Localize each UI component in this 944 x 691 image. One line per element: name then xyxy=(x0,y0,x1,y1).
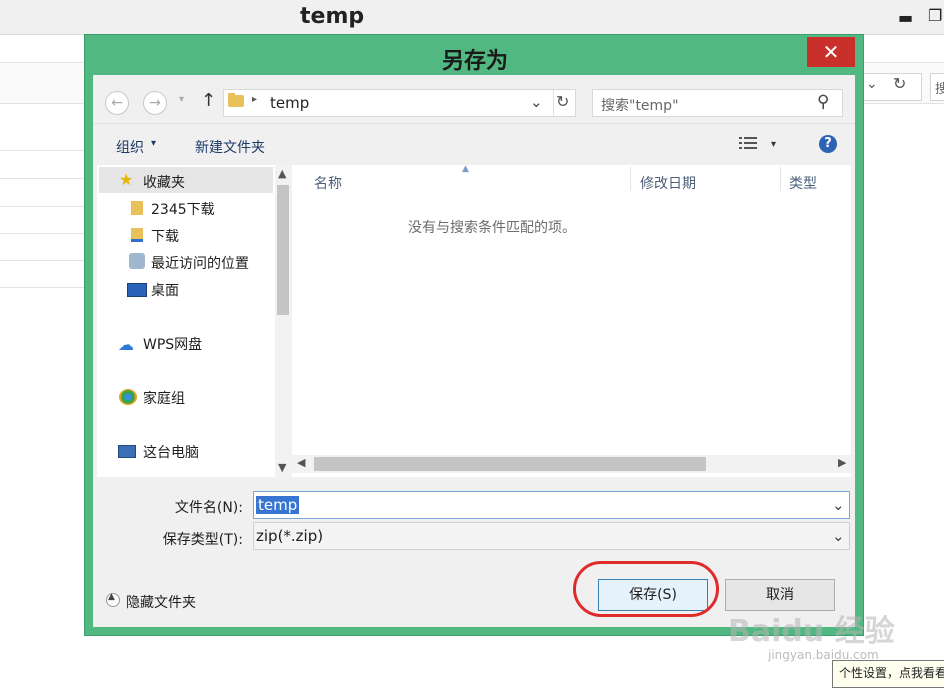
filetype-label: 保存类型(T): xyxy=(162,532,243,548)
download-folder-icon xyxy=(131,228,143,242)
chevron-up-icon[interactable]: ▲ xyxy=(108,592,115,602)
column-divider[interactable] xyxy=(780,167,781,191)
forward-button[interactable]: → xyxy=(143,91,167,115)
new-folder-button[interactable]: 新建文件夹 xyxy=(195,137,265,157)
organize-button[interactable]: 组织 xyxy=(116,137,144,157)
annotation-highlight-ring xyxy=(573,561,719,617)
filename-value[interactable]: temp xyxy=(256,496,300,514)
filename-field[interactable]: temp ⌄ xyxy=(253,491,850,519)
scroll-up-icon[interactable]: ▲ xyxy=(278,167,286,180)
column-header-name[interactable]: 名称 xyxy=(314,173,342,193)
horizontal-scrollbar-thumb[interactable] xyxy=(314,457,706,471)
command-bar: 组织 ▾ 新建文件夹 ▾ ? xyxy=(93,123,855,166)
column-header-date-modified[interactable]: 修改日期 xyxy=(640,173,696,193)
search-input[interactable]: 搜索"temp" ⚲ xyxy=(592,89,843,117)
computer-icon xyxy=(118,445,136,458)
save-as-dialog: 另存为 ✕ ← → ▾ ↑ ▸ temp ⌄ ↻ 搜索"temp" ⚲ 组织 ▾… xyxy=(84,34,864,636)
background-window-titlebar xyxy=(0,0,944,35)
divider xyxy=(0,178,84,179)
recent-places-icon xyxy=(129,253,145,269)
homegroup-icon xyxy=(119,389,137,405)
minimize-icon[interactable]: ▬ xyxy=(898,8,913,27)
column-divider[interactable] xyxy=(630,167,631,191)
refresh-icon[interactable]: ↻ xyxy=(556,92,569,111)
filename-label: 文件名(N): xyxy=(174,500,243,516)
background-window-title: temp xyxy=(300,4,365,29)
navigation-pane: ★ 收藏夹 2345下载 下载 最近访问的位置 桌面 ☁ WPS网盘 家庭组 这… xyxy=(97,165,291,477)
back-button[interactable]: ← xyxy=(105,91,129,115)
empty-results-message: 没有与搜索条件匹配的项。 xyxy=(408,220,576,236)
view-options-icon[interactable] xyxy=(739,136,757,150)
search-icon[interactable]: ⚲ xyxy=(817,92,829,112)
divider xyxy=(0,206,84,207)
nav-scrollbar-thumb[interactable] xyxy=(277,185,289,315)
watermark-logo: Baidu 经验 xyxy=(728,614,895,649)
divider xyxy=(0,287,84,288)
sort-ascending-icon: ▲ xyxy=(462,164,469,174)
breadcrumb-temp[interactable]: temp xyxy=(270,94,309,112)
chevron-down-icon[interactable]: ⌄ xyxy=(832,496,845,514)
desktop-icon xyxy=(127,283,147,297)
sidebar-item-wps[interactable]: WPS网盘 xyxy=(143,334,202,354)
sidebar-item-this-pc[interactable]: 这台电脑 xyxy=(143,442,199,462)
view-dropdown-icon[interactable]: ▾ xyxy=(771,139,776,150)
column-header-type[interactable]: 类型 xyxy=(789,173,817,193)
restore-icon[interactable]: ❐ xyxy=(928,6,942,25)
filetype-select[interactable]: zip(*.zip) ⌄ xyxy=(253,522,850,550)
chevron-down-icon[interactable]: ⌄ xyxy=(866,76,878,92)
address-bar[interactable]: ▸ temp ⌄ ↻ xyxy=(223,89,576,117)
sidebar-item-recent-places[interactable]: 最近访问的位置 xyxy=(151,253,249,273)
divider xyxy=(0,150,84,151)
background-search-input[interactable]: 搜 xyxy=(930,73,944,101)
scroll-left-icon[interactable]: ◀ xyxy=(297,456,305,469)
cloud-icon: ☁ xyxy=(118,335,134,354)
refresh-icon[interactable]: ↻ xyxy=(893,74,906,93)
sidebar-item-desktop[interactable]: 桌面 xyxy=(151,280,179,300)
dialog-body: ← → ▾ ↑ ▸ temp ⌄ ↻ 搜索"temp" ⚲ 组织 ▾ 新建文件夹 xyxy=(93,75,855,627)
filetype-value: zip(*.zip) xyxy=(256,527,324,545)
chevron-right-icon[interactable]: ▸ xyxy=(252,94,257,105)
background-search-label: 搜 xyxy=(935,82,944,97)
sidebar-item-homegroup[interactable]: 家庭组 xyxy=(143,388,185,408)
sidebar-item-2345-downloads[interactable]: 2345下载 xyxy=(151,199,215,219)
star-icon: ★ xyxy=(119,170,134,189)
address-dropdown-icon[interactable]: ⌄ xyxy=(530,93,543,111)
scroll-down-icon[interactable]: ▼ xyxy=(278,461,286,474)
chevron-down-icon[interactable]: ▾ xyxy=(151,138,156,149)
search-placeholder: 搜索"temp" xyxy=(601,98,679,114)
close-button[interactable]: ✕ xyxy=(807,37,855,67)
divider xyxy=(0,260,84,261)
scroll-right-icon[interactable]: ▶ xyxy=(838,456,846,469)
hide-folders-label[interactable]: 隐藏文件夹 xyxy=(126,592,196,612)
chevron-down-icon[interactable]: ⌄ xyxy=(832,527,845,545)
divider xyxy=(0,233,84,234)
help-icon[interactable]: ? xyxy=(819,135,837,153)
recent-locations-dropdown[interactable]: ▾ xyxy=(179,94,184,105)
dialog-title: 另存为 xyxy=(441,49,508,74)
folder-icon xyxy=(228,95,244,107)
sidebar-item-downloads[interactable]: 下载 xyxy=(151,226,179,246)
file-list[interactable]: ▲ 名称 修改日期 类型 没有与搜索条件匹配的项。 ◀ ▶ xyxy=(292,164,851,477)
horizontal-scrollbar[interactable]: ◀ ▶ xyxy=(292,455,851,473)
up-level-button[interactable]: ↑ xyxy=(201,90,216,111)
tooltip: 个性设置，点我看看 xyxy=(832,660,944,688)
nav-favorites-label[interactable]: 收藏夹 xyxy=(143,172,185,192)
folder-icon xyxy=(131,201,143,215)
